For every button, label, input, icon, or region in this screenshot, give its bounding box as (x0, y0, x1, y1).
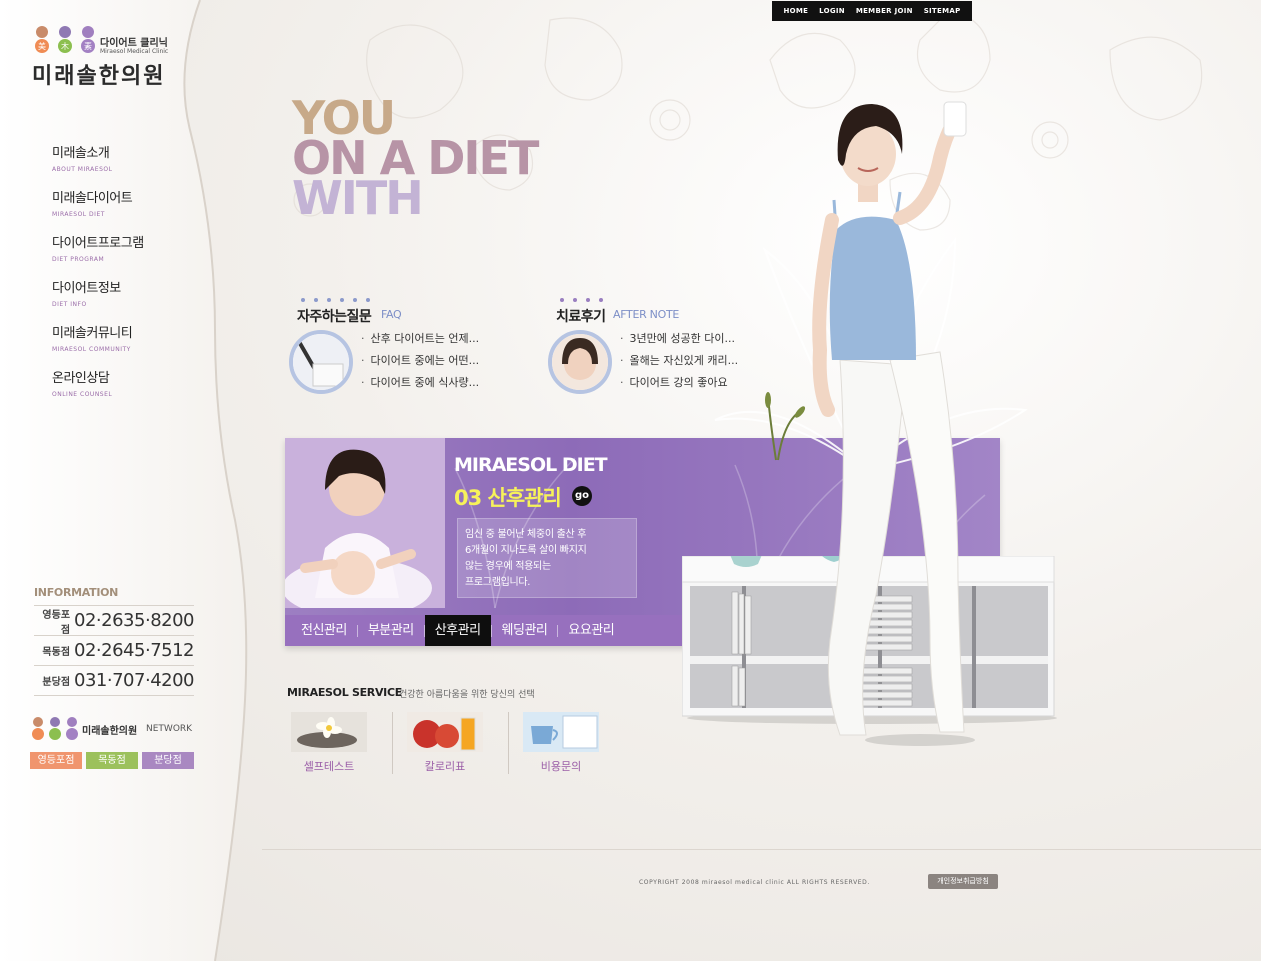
logo-subtitle: 다이어트 클리닉 (100, 38, 168, 49)
top-navigation: HOME LOGIN MEMBER JOIN SITEMAP (772, 1, 972, 21)
info-row: 분당점 031·707·4200 (34, 666, 194, 696)
nav-home-link[interactable]: HOME (783, 7, 808, 15)
tab-wedding[interactable]: 웨딩관리 (492, 615, 558, 646)
network-label: NETWORK (146, 724, 193, 734)
logo-subtitle-en: Miraesol Medical Clinic (100, 48, 169, 55)
banner-desc-line: 프로그램입니다. (465, 577, 531, 588)
site-logo[interactable]: 美 木 素 다이어트 클리닉 Miraesol Medical Clinic 미… (30, 22, 180, 92)
service-self-test[interactable]: 셀프테스트 (291, 712, 407, 776)
footer-divider (262, 849, 1261, 850)
banner-desc-line: 임신 중 불어난 체중이 출산 후 (465, 529, 587, 540)
info-branch: 목동점 (42, 647, 71, 658)
info-branch: 분당점 (42, 677, 71, 688)
menu-label-en: ABOUT MIRAESOL (52, 166, 113, 173)
faq-item[interactable]: 다이어트 중에 식사량... (361, 372, 480, 394)
banner-go-button[interactable]: go (572, 486, 592, 506)
mother-baby-photo (285, 438, 445, 608)
banner-desc-line: 않는 경우에 적용되는 (465, 561, 551, 572)
menu-label: 미래솔다이어트 (52, 191, 133, 206)
service-description: 건강한 아름다움을 위한 당신의 선택 (399, 690, 535, 700)
apple-juice-icon (407, 712, 483, 752)
menu-item-diet[interactable]: 미래솔다이어트 MIRAESOL DIET (52, 187, 212, 232)
after-note-dots (560, 298, 603, 302)
faq-list: 산후 다이어트는 언제... 다이어트 중에는 어떤... 다이어트 중에 식사… (361, 328, 480, 394)
tab-postpartum[interactable]: 산후관리 (424, 615, 491, 646)
logo-mark-icon: 美 木 素 (35, 26, 95, 53)
banner-description: 임신 중 불어난 체중이 출산 후 6개월이 지나도록 살이 빠지지 않는 경우… (465, 527, 615, 591)
main-menu: 미래솔소개 ABOUT MIRAESOL 미래솔다이어트 MIRAESOL DI… (52, 142, 212, 412)
menu-label: 미래솔커뮤니티 (52, 326, 133, 341)
service-section: MIRAESOL SERVICE 건강한 아름다움을 위한 당신의 선택 셀프테… (287, 686, 687, 774)
info-branch: 영등포점 (42, 609, 71, 636)
service-label: 셀프테스트 (303, 760, 355, 773)
service-cost-inquiry[interactable]: 비용문의 (523, 712, 639, 776)
logo-glyph-1: 美 (38, 41, 46, 51)
faq-dots (301, 298, 370, 302)
network-name: 미래솔한의원 (82, 726, 138, 737)
service-label: 칼로리표 (424, 760, 466, 773)
faq-item[interactable]: 산후 다이어트는 언제... (361, 328, 480, 350)
hero-headline: YOU ON A DIET WITH (292, 95, 539, 221)
woman-model-illustration (812, 101, 975, 746)
menu-item-info[interactable]: 다이어트정보 DIET INFO (52, 277, 212, 322)
branch-yeongdeungpo-button[interactable]: 영등포점 (30, 752, 82, 769)
faq-item[interactable]: 다이어트 중에는 어떤... (361, 350, 480, 372)
menu-label-en: DIET INFO (52, 301, 87, 308)
logo-glyph-3: 素 (84, 41, 92, 51)
after-note-thumbnail (548, 330, 612, 394)
menu-label: 온라인상담 (52, 371, 110, 386)
faq-title[interactable]: 자주하는질문 (297, 306, 372, 326)
network-logo-icon (32, 717, 78, 740)
menu-item-about[interactable]: 미래솔소개 ABOUT MIRAESOL (52, 142, 212, 187)
after-note-title[interactable]: 치료후기 (556, 306, 606, 326)
info-row: 목동점 02·2645·7512 (34, 636, 194, 666)
info-phone: 02·2645·7512 (74, 640, 194, 661)
info-phone: 02·2635·8200 (74, 610, 194, 631)
banner-desc-line: 6개월이 지나도록 살이 빠지지 (465, 545, 587, 556)
branch-bundang-button[interactable]: 분당점 (142, 752, 194, 769)
menu-label-en: DIET PROGRAM (52, 256, 105, 263)
nav-member-join-link[interactable]: MEMBER JOIN (856, 7, 913, 15)
menu-label-en: ONLINE COUNSEL (52, 391, 113, 398)
service-label: 비용문의 (540, 760, 582, 773)
flower-stone-icon (291, 712, 367, 752)
info-phone: 031·707·4200 (74, 670, 194, 691)
menu-label-en: MIRAESOL COMMUNITY (52, 346, 131, 353)
tab-full-body[interactable]: 전신관리 (291, 615, 357, 646)
nav-sitemap-link[interactable]: SITEMAP (924, 7, 961, 15)
faq-subtitle: FAQ (381, 308, 402, 321)
banner-subtitle: 03 산후관리 (454, 486, 562, 510)
menu-label: 다이어트정보 (52, 281, 121, 296)
logo-glyph-2: 木 (61, 41, 69, 51)
service-calorie-table[interactable]: 칼로리표 (407, 712, 523, 776)
banner-title: MIRAESOL DIET (454, 454, 608, 476)
privacy-policy-button[interactable]: 개인정보취급방침 (928, 874, 998, 889)
logo-title: 미래솔한의원 (32, 64, 166, 89)
information-section: INFORMATION 영등포점 02·2635·8200 목동점 02·264… (34, 586, 194, 696)
menu-item-community[interactable]: 미래솔커뮤니티 MIRAESOL COMMUNITY (52, 322, 212, 367)
faq-thumbnail (289, 330, 353, 394)
info-row: 영등포점 02·2635·8200 (34, 606, 194, 636)
nav-login-link[interactable]: LOGIN (819, 7, 845, 15)
coffee-cup-icon (523, 712, 599, 752)
menu-label-en: MIRAESOL DIET (52, 211, 105, 218)
branch-mokdong-button[interactable]: 목동점 (86, 752, 138, 769)
menu-item-program[interactable]: 다이어트프로그램 DIET PROGRAM (52, 232, 212, 277)
information-title: INFORMATION (34, 586, 119, 599)
menu-label: 다이어트프로그램 (52, 236, 144, 251)
after-note-subtitle: AFTER NOTE (613, 308, 680, 321)
tab-partial[interactable]: 부분관리 (358, 615, 424, 646)
copyright-text: COPYRIGHT 2008 miraesol medical clinic A… (639, 879, 870, 886)
menu-label: 미래솔소개 (52, 146, 110, 161)
menu-item-counsel[interactable]: 온라인상담 ONLINE COUNSEL (52, 367, 212, 412)
tab-yoyo[interactable]: 요요관리 (558, 615, 624, 646)
faq-section: 자주하는질문 FAQ 산후 다이어트는 언제... 다이어트 중에는 어떤...… (289, 298, 529, 398)
